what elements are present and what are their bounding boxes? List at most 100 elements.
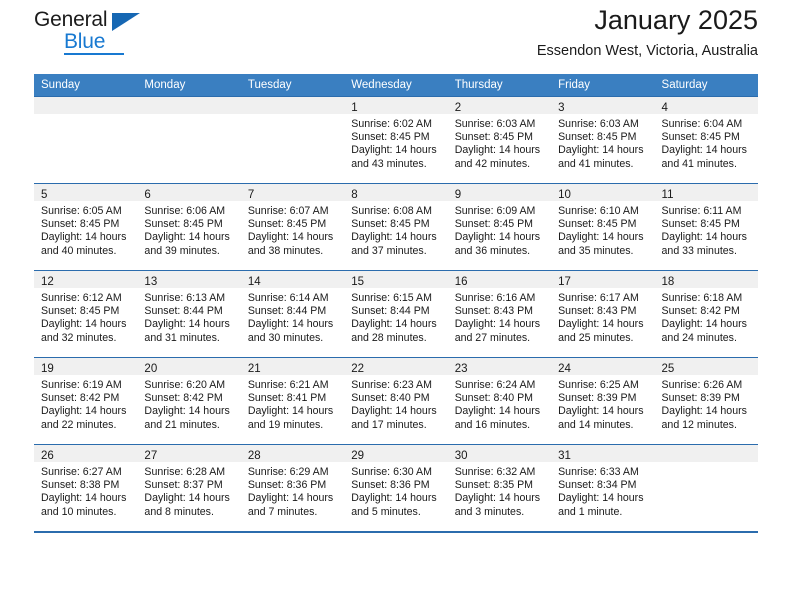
calendar-day-cell[interactable]: 10 Sunrise: 6:10 AM Sunset: 8:45 PM Dayligh… [551,183,655,271]
calendar-day-cell[interactable]: 14 Sunrise: 6:14 AM Sunset: 8:44 PM Dayligh… [240,270,345,358]
dow-header-friday: Friday [551,74,655,97]
sunset-text: Sunset: 8:40 PM [454,392,534,405]
sunset-text: Sunset: 8:45 PM [454,131,534,144]
sunset-text: Sunset: 8:43 PM [558,305,637,318]
day-cell-inner: 4 Sunrise: 6:04 AM Sunset: 8:45 PM Daylight… [654,97,758,183]
calendar-day-cell[interactable]: 25 Sunrise: 6:26 AM Sunset: 8:39 PM Dayligh… [654,357,758,445]
calendar-day-cell[interactable]: 11 Sunrise: 6:11 AM Sunset: 8:45 PM Dayligh… [654,183,758,271]
day-cell-inner: 9 Sunrise: 6:09 AM Sunset: 8:45 PM Daylight… [447,184,552,270]
day-number: 27 [144,450,158,462]
calendar-day-cell[interactable]: 27 Sunrise: 6:28 AM Sunset: 8:37 PM Dayligh… [137,444,241,531]
calendar-week-row: 12 Sunrise: 6:12 AM Sunset: 8:45 PM Dayligh… [34,270,758,358]
sunset-text: Sunset: 8:39 PM [661,392,740,405]
sunset-text: Sunset: 8:45 PM [144,218,223,231]
calendar-day-cell[interactable]: 16 Sunrise: 6:16 AM Sunset: 8:43 PM Dayligh… [447,270,552,358]
day-cell-details: Sunrise: 6:08 AM Sunset: 8:45 PM Daylight:… [344,201,447,258]
sunset-text: Sunset: 8:45 PM [558,218,637,231]
logo-word-blue: Blue [64,30,106,53]
day-number-band: 8 [344,184,448,201]
calendar-day-cell[interactable]: 1 Sunrise: 6:02 AM Sunset: 8:45 PM Daylight… [344,96,448,184]
sunrise-text: Sunrise: 6:19 AM [41,379,122,391]
calendar-week-row: 19 Sunrise: 6:19 AM Sunset: 8:42 PM Dayligh… [34,357,758,445]
sunset-text: Sunset: 8:42 PM [41,392,120,405]
day-number: 6 [144,189,151,201]
daylight-text-line1: Daylight: 14 hours [247,318,334,331]
page-header: General Blue January 2025 Essendon West,… [34,0,758,74]
calendar-day-cell[interactable]: 30 Sunrise: 6:32 AM Sunset: 8:35 PM Dayligh… [447,444,552,531]
calendar-day-cell[interactable]: 17 Sunrise: 6:17 AM Sunset: 8:43 PM Dayligh… [551,270,655,358]
daylight-text-line1: Daylight: 14 hours [661,318,747,331]
day-cell-inner: 20 Sunrise: 6:20 AM Sunset: 8:42 PM Dayligh… [137,358,241,444]
daylight-text-line2: and 19 minutes. [247,418,324,431]
day-number: 11 [661,189,674,201]
sunset-text: Sunset: 8:45 PM [558,131,637,144]
sunset-text: Sunset: 8:44 PM [351,305,430,318]
day-number: 5 [41,189,48,201]
day-cell-details [241,114,344,118]
daylight-text-line2: and 24 minutes. [661,331,737,344]
day-cell-inner: 24 Sunrise: 6:25 AM Sunset: 8:39 PM Dayligh… [551,358,655,444]
calendar-day-cell[interactable]: 29 Sunrise: 6:30 AM Sunset: 8:36 PM Dayligh… [344,444,448,531]
day-number-band: 17 [551,271,655,288]
sunset-text: Sunset: 8:42 PM [661,305,740,318]
calendar-day-cell[interactable]: 15 Sunrise: 6:15 AM Sunset: 8:44 PM Dayligh… [344,270,448,358]
day-cell-details: Sunrise: 6:11 AM Sunset: 8:45 PM Daylight:… [655,201,758,258]
day-cell-inner: 8 Sunrise: 6:08 AM Sunset: 8:45 PM Daylight… [344,184,448,270]
day-number-band: 2 [447,97,552,114]
calendar-weeks: 1 Sunrise: 6:02 AM Sunset: 8:45 PM Daylight… [34,96,758,531]
calendar-day-cell[interactable]: 21 Sunrise: 6:21 AM Sunset: 8:41 PM Dayligh… [240,357,345,445]
day-cell-inner: 11 Sunrise: 6:11 AM Sunset: 8:45 PM Dayligh… [654,184,758,270]
calendar-day-cell[interactable]: 12 Sunrise: 6:12 AM Sunset: 8:45 PM Dayligh… [34,270,138,358]
day-cell-details: Sunrise: 6:26 AM Sunset: 8:39 PM Daylight:… [655,375,758,432]
day-number-band: 19 [34,358,138,375]
calendar-day-cell[interactable]: 13 Sunrise: 6:13 AM Sunset: 8:44 PM Dayligh… [137,270,241,358]
calendar-day-cell[interactable]: 19 Sunrise: 6:19 AM Sunset: 8:42 PM Dayligh… [34,357,138,445]
calendar-day-cell[interactable]: 31 Sunrise: 6:33 AM Sunset: 8:34 PM Dayligh… [551,444,655,531]
day-number-band: 31 [551,445,655,462]
daylight-text-line2: and 42 minutes. [454,157,531,170]
calendar-day-cell[interactable]: 4 Sunrise: 6:04 AM Sunset: 8:45 PM Daylight… [654,96,758,184]
calendar-day-cell[interactable]: 26 Sunrise: 6:27 AM Sunset: 8:38 PM Dayligh… [34,444,138,531]
day-number-band: 28 [240,445,345,462]
day-cell-details: Sunrise: 6:23 AM Sunset: 8:40 PM Daylight:… [344,375,447,432]
calendar-day-cell[interactable]: 9 Sunrise: 6:09 AM Sunset: 8:45 PM Daylight… [447,183,552,271]
day-cell-details: Sunrise: 6:10 AM Sunset: 8:45 PM Daylight:… [551,201,654,258]
daylight-text-line1: Daylight: 14 hours [558,492,644,505]
general-blue-logo[interactable]: General Blue [34,8,154,56]
calendar-day-cell[interactable]: 7 Sunrise: 6:07 AM Sunset: 8:45 PM Daylight… [240,183,345,271]
day-number-band [240,97,345,114]
logo-underline [64,53,124,55]
day-cell-details: Sunrise: 6:33 AM Sunset: 8:34 PM Daylight:… [551,462,654,519]
day-cell-details: Sunrise: 6:32 AM Sunset: 8:35 PM Daylight:… [448,462,551,519]
calendar-day-cell[interactable]: 18 Sunrise: 6:18 AM Sunset: 8:42 PM Dayligh… [654,270,758,358]
daylight-text-line2: and 5 minutes. [351,505,421,518]
daylight-text-line2: and 40 minutes. [41,244,117,257]
triangle-icon [112,13,140,31]
day-cell-details: Sunrise: 6:16 AM Sunset: 8:43 PM Daylight:… [448,288,551,345]
daylight-text-line1: Daylight: 14 hours [144,318,230,331]
day-cell-inner [654,445,758,531]
daylight-text-line2: and 33 minutes. [661,244,737,257]
calendar-week-row: 26 Sunrise: 6:27 AM Sunset: 8:38 PM Dayligh… [34,444,758,531]
daylight-text-line1: Daylight: 14 hours [454,231,541,244]
calendar-day-cell[interactable]: 24 Sunrise: 6:25 AM Sunset: 8:39 PM Dayligh… [551,357,655,445]
sunset-text: Sunset: 8:44 PM [247,305,327,318]
sunset-text: Sunset: 8:45 PM [351,218,430,231]
calendar-day-cell[interactable]: 5 Sunrise: 6:05 AM Sunset: 8:45 PM Daylight… [34,183,138,271]
sunset-text: Sunset: 8:45 PM [41,305,120,318]
sunrise-text: Sunrise: 6:05 AM [41,205,122,217]
calendar-day-cell[interactable]: 22 Sunrise: 6:23 AM Sunset: 8:40 PM Dayligh… [344,357,448,445]
calendar-day-cell[interactable]: 2 Sunrise: 6:03 AM Sunset: 8:45 PM Daylight… [447,96,552,184]
day-cell-inner: 10 Sunrise: 6:10 AM Sunset: 8:45 PM Dayligh… [551,184,655,270]
calendar-day-cell[interactable]: 6 Sunrise: 6:06 AM Sunset: 8:45 PM Daylight… [137,183,241,271]
calendar-day-cell[interactable]: 28 Sunrise: 6:29 AM Sunset: 8:36 PM Dayligh… [240,444,345,531]
sunrise-text: Sunrise: 6:14 AM [247,292,329,304]
calendar-day-cell[interactable]: 3 Sunrise: 6:03 AM Sunset: 8:45 PM Daylight… [551,96,655,184]
daylight-text-line2: and 12 minutes. [661,418,737,431]
sunrise-text: Sunrise: 6:10 AM [558,205,639,217]
calendar-day-cell[interactable]: 23 Sunrise: 6:24 AM Sunset: 8:40 PM Dayligh… [447,357,552,445]
calendar-day-cell[interactable]: 20 Sunrise: 6:20 AM Sunset: 8:42 PM Dayligh… [137,357,241,445]
calendar-day-cell[interactable]: 8 Sunrise: 6:08 AM Sunset: 8:45 PM Daylight… [344,183,448,271]
daylight-text-line1: Daylight: 14 hours [558,318,644,331]
day-cell-inner: 15 Sunrise: 6:15 AM Sunset: 8:44 PM Dayligh… [344,271,448,357]
